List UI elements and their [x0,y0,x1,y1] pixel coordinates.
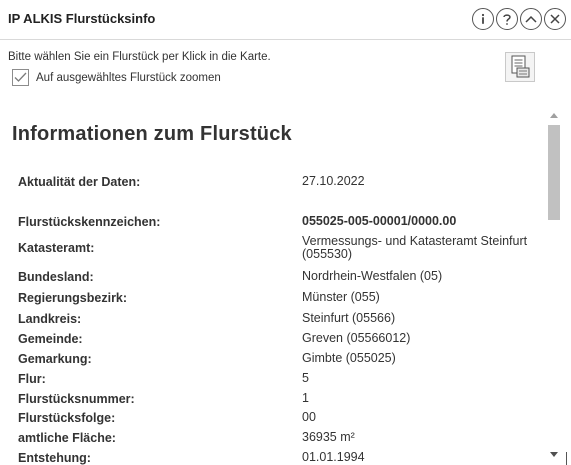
row-value: Nordrhein-Westfalen (05) [302,269,443,283]
row-label: Entstehung: [18,451,91,465]
zoom-label: Auf ausgewähltes Flurstück zoomen [36,71,221,84]
flurstuecksinfo-panel: IP ALKIS Flurstücksinfo Bitte wählen Sie… [0,0,571,465]
info-icon[interactable] [472,8,494,30]
row-value: Vermessungs- und Katasteramt Steinfurt (… [302,234,528,261]
report-button[interactable] [505,52,535,82]
info-heading: Informationen zum Flurstück [12,123,292,145]
row-label: Aktualität der Daten: [18,175,141,189]
report-document-icon [511,55,530,78]
scroll-up-icon[interactable] [549,110,559,120]
row-label: Katasteramt: [18,241,95,255]
help-icon[interactable] [496,8,518,30]
row-value: 00 [302,410,316,424]
checkmark-icon [14,72,27,82]
panel-toolbar: Bitte wählen Sie ein Flurstück per Klick… [0,40,571,95]
row-label: Gemeinde: [18,332,83,346]
row-value: 055025-005-00001/0000.00 [302,214,457,228]
title-bar-controls [472,8,566,30]
panel-edge-divider [566,452,567,465]
row-label: Regierungsbezirk: [18,291,128,305]
row-value: Steinfurt (05566) [302,311,396,325]
row-value: 5 [302,371,309,385]
row-label: amtliche Fläche: [18,431,116,445]
row-value: Greven (05566012) [302,331,411,345]
instruction-text: Bitte wählen Sie ein Flurstück per Klick… [8,51,271,63]
row-value: Gimbte (055025) [302,351,396,365]
row-label: Flurstücksfolge: [18,411,116,425]
row-label: Bundesland: [18,270,94,284]
row-value: 27.10.2022 [302,174,365,188]
zoom-option[interactable]: Auf ausgewähltes Flurstück zoomen [12,69,221,86]
row-value: 36935 m² [302,430,355,444]
close-icon[interactable] [544,8,566,30]
title-bar: IP ALKIS Flurstücksinfo [0,0,571,40]
row-label: Flur: [18,372,46,386]
zoom-checkbox[interactable] [12,69,29,86]
row-label: Gemarkung: [18,352,92,366]
row-label: Landkreis: [18,312,82,326]
info-content: Informationen zum Flurstück Aktualität d… [0,98,545,465]
row-value: 01.01.1994 [302,450,365,464]
panel-title: IP ALKIS Flurstücksinfo [8,11,156,26]
row-value: Münster (055) [302,290,380,304]
vertical-scrollbar[interactable] [545,104,563,465]
scroll-thumb[interactable] [548,125,560,220]
row-value: 1 [302,391,309,405]
row-label: Flurstückskennzeichen: [18,215,161,229]
scroll-down-icon[interactable] [549,449,559,459]
row-label: Flurstücksnummer: [18,392,135,406]
collapse-icon[interactable] [520,8,542,30]
